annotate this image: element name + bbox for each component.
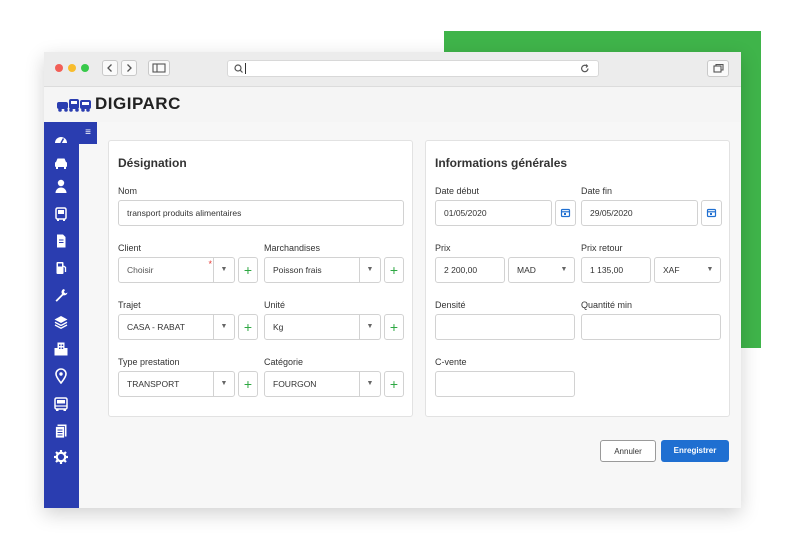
c-vente-input[interactable]: [435, 371, 575, 397]
brand-name: DIGIPARC: [95, 94, 181, 113]
tabs-overview-button[interactable]: [707, 60, 729, 77]
browser-sidebar-button[interactable]: [148, 60, 170, 76]
chevron-down-icon: ▼: [213, 258, 234, 282]
densite-input[interactable]: [435, 314, 575, 340]
chevron-down-icon: ▼: [359, 258, 380, 282]
nom-label: Nom: [118, 186, 138, 196]
tabs-icon: [713, 63, 724, 73]
prix-retour-label: Prix retour: [581, 243, 623, 253]
trajet-label: Trajet: [118, 300, 141, 310]
maximize-window-dot[interactable]: [81, 64, 89, 72]
dashboard-icon[interactable]: [53, 132, 69, 148]
forward-button[interactable]: [121, 60, 137, 76]
designation-title: Désignation: [118, 156, 187, 170]
prix-retour-currency-select[interactable]: XAF ▼: [654, 257, 721, 283]
minimize-window-dot[interactable]: [68, 64, 76, 72]
cancel-button[interactable]: Annuler: [600, 440, 656, 462]
chevron-down-icon: ▼: [706, 266, 714, 273]
add-unite-button[interactable]: +: [384, 314, 404, 340]
prix-retour-input[interactable]: 1 135,00: [581, 257, 651, 283]
building-icon[interactable]: [53, 341, 69, 357]
main-content: Désignation Nom transport produits alime…: [79, 122, 741, 508]
search-icon: [234, 64, 243, 73]
chevron-right-icon: [127, 64, 132, 72]
unite-select[interactable]: Kg ▼: [264, 314, 381, 340]
categorie-select[interactable]: FOURGON ▼: [264, 371, 381, 397]
gear-icon[interactable]: [53, 449, 69, 465]
prix-currency-value: MAD: [517, 265, 536, 275]
densite-label: Densité: [435, 300, 466, 310]
back-button[interactable]: [102, 60, 118, 76]
trajet-select-value: CASA - RABAT: [127, 322, 185, 332]
layers-icon[interactable]: [53, 314, 69, 330]
logo-vehicles-icon: [57, 99, 91, 112]
designation-panel: Désignation Nom transport produits alime…: [108, 140, 413, 417]
marchandises-select-value: Poisson frais: [273, 265, 322, 275]
wrench-icon[interactable]: [53, 287, 69, 303]
chevron-down-icon: ▼: [560, 266, 568, 273]
chevron-down-icon: ▼: [359, 372, 380, 396]
informations-title: Informations générales: [435, 156, 568, 170]
trajet-select[interactable]: CASA - RABAT ▼: [118, 314, 235, 340]
unite-label: Unité: [264, 300, 286, 310]
categorie-select-value: FOURGON: [273, 379, 317, 389]
chevron-down-icon: ▼: [213, 372, 234, 396]
marchandises-label: Marchandises: [264, 243, 321, 253]
quantite-min-input[interactable]: [581, 314, 721, 340]
add-client-button[interactable]: +: [238, 257, 258, 283]
client-label: Client: [118, 243, 142, 253]
add-trajet-button[interactable]: +: [238, 314, 258, 340]
client-select-value: Choisir: [127, 265, 154, 275]
date-fin-input[interactable]: 29/05/2020: [581, 200, 698, 226]
fuel-pump-icon[interactable]: [53, 260, 69, 276]
calendar-icon: [560, 208, 571, 218]
type-prestation-select[interactable]: TRANSPORT ▼: [118, 371, 235, 397]
unite-select-value: Kg: [273, 322, 284, 332]
client-select[interactable]: Choisir * ▼: [118, 257, 235, 283]
required-marker: *: [208, 259, 212, 269]
prix-input[interactable]: 2 200,00: [435, 257, 505, 283]
calendar-icon: [706, 208, 717, 218]
c-vente-label: C-vente: [435, 357, 467, 367]
reload-icon[interactable]: [578, 61, 592, 76]
browser-toolbar: [44, 52, 741, 87]
user-icon[interactable]: [53, 178, 69, 194]
date-debut-calendar-button[interactable]: [555, 200, 576, 226]
marchandises-select[interactable]: Poisson frais ▼: [264, 257, 381, 283]
nom-input[interactable]: transport produits alimentaires: [118, 200, 404, 226]
type-prestation-label: Type prestation: [118, 357, 180, 367]
sidebar: [44, 122, 79, 508]
chevron-down-icon: ▼: [213, 315, 234, 339]
sidebar-toggle-button[interactable]: ≡: [79, 122, 97, 144]
add-marchandise-button[interactable]: +: [384, 257, 404, 283]
prix-label: Prix: [435, 243, 451, 253]
address-bar[interactable]: [227, 60, 599, 77]
categorie-label: Catégorie: [264, 357, 304, 367]
browser-window: DIGIPARC Désignation Nom transport produ…: [44, 52, 741, 508]
add-type-prestation-button[interactable]: +: [238, 371, 258, 397]
bus-icon[interactable]: [53, 206, 69, 222]
type-prestation-select-value: TRANSPORT: [127, 379, 180, 389]
map-pin-icon[interactable]: [53, 368, 69, 384]
date-debut-label: Date début: [435, 186, 480, 196]
truck-icon[interactable]: [53, 396, 69, 412]
save-button[interactable]: Enregistrer: [661, 440, 729, 462]
document-icon[interactable]: [53, 233, 69, 249]
chevron-left-icon: [107, 64, 112, 72]
chevron-down-icon: ▼: [359, 315, 380, 339]
car-icon[interactable]: [53, 155, 69, 171]
text-cursor: [245, 63, 246, 74]
date-debut-input[interactable]: 01/05/2020: [435, 200, 552, 226]
prix-currency-select[interactable]: MAD ▼: [508, 257, 575, 283]
date-fin-calendar-button[interactable]: [701, 200, 722, 226]
app-header: DIGIPARC: [44, 87, 741, 122]
informations-panel: Informations générales Date début 01/05/…: [425, 140, 730, 417]
date-fin-label: Date fin: [581, 186, 613, 196]
list-icon[interactable]: [53, 423, 69, 439]
prix-retour-currency-value: XAF: [663, 265, 680, 275]
add-categorie-button[interactable]: +: [384, 371, 404, 397]
sidebar-layout-icon: [152, 63, 166, 73]
quantite-min-label: Quantité min: [581, 300, 633, 310]
close-window-dot[interactable]: [55, 64, 63, 72]
